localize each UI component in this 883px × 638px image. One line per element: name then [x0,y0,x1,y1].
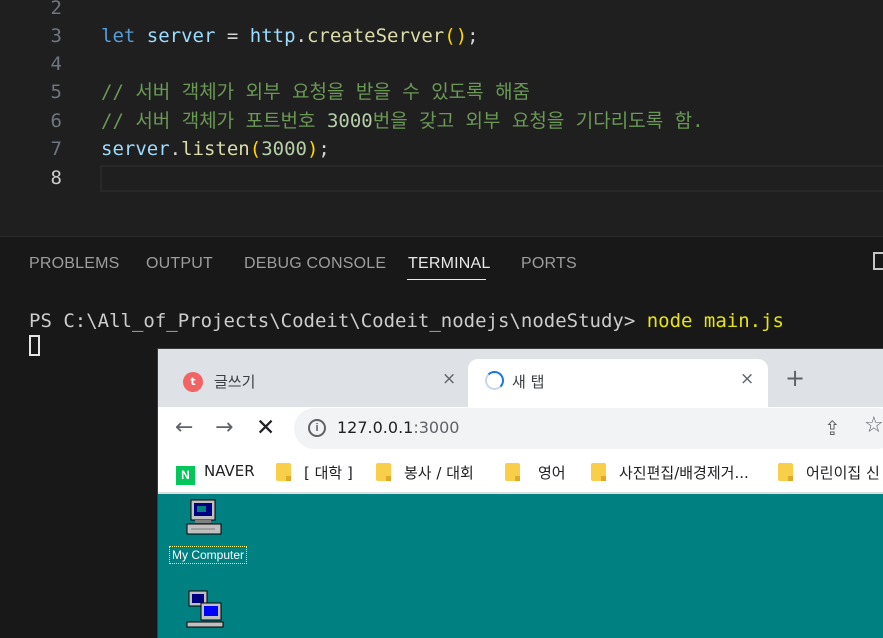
code-token: . [295,25,307,47]
code-token: () [444,25,468,47]
bookmark-folder-daycare[interactable]: 어린이집 신 [778,462,880,483]
tab-terminal[interactable]: TERMINAL [408,255,491,273]
tab-output[interactable]: OUTPUT [146,255,213,273]
naver-icon: N [176,466,195,485]
bookmark-label: 봉사 / 대회 [404,464,474,482]
code-text: server.listen(3000); [101,135,330,164]
desktop-icon-label: My Computer [169,546,248,564]
code-line[interactable]: 8 [0,164,883,193]
new-terminal-icon[interactable] [873,252,883,270]
code-text: let server = http.createServer(); [101,22,479,51]
bookmark-label: 사진편집/배경제거... [619,464,749,482]
network-icon [186,590,224,628]
code-token: server [101,138,170,160]
code-token: let [101,25,136,47]
code-token: listen [181,138,250,160]
browser-tabstrip: t 글쓰기 × 새 탭 × + [158,349,883,407]
url-host: 127.0.0.1 [337,418,414,437]
browser-tab-write[interactable]: t 글쓰기 × [158,359,466,407]
bookmarks-bar: N NAVER [ 대학 ] 봉사 / 대회 영어 사진편집/배경제거... 어린… [158,451,883,493]
back-arrow-icon[interactable]: ← [175,415,193,440]
code-line[interactable]: 5 // 서버 객체가 외부 요청을 받을 수 있도록 해줌 [0,78,883,107]
bookmark-label: 어린이집 신 [806,464,880,482]
terminal-prompt: PS C:\All_of_Projects\Codeit\Codeit_node… [29,310,647,332]
code-token: ; [467,25,479,47]
line-number: 8 [50,167,62,189]
code-token: = [215,25,250,47]
folder-icon [276,463,291,481]
code-token: 번을 갖고 외부 요청을 기다리도록 함. [372,110,704,132]
bookmark-folder-english[interactable]: 영어 [505,462,566,483]
browser-tab-new[interactable]: 새 탭 × [468,359,768,407]
close-tab-icon[interactable]: × [740,369,754,389]
info-icon[interactable]: i [308,419,326,437]
terminal-command: node main.js [646,310,784,332]
line-number: 6 [50,110,62,132]
line-number: 5 [50,81,62,103]
code-token: // 서버 객체가 외부 요청을 받을 수 있도록 해줌 [101,81,531,103]
code-line[interactable]: 2 [0,0,883,23]
line-number: 3 [50,25,62,47]
browser-toolbar: ← → ✕ i 127.0.0.1:3000 ⇪ ☆ [158,407,883,451]
code-line[interactable]: 4 [0,50,883,79]
folder-icon [376,463,391,481]
forward-arrow-icon[interactable]: → [215,415,233,440]
browser-tab-title: 새 탭 [512,373,545,391]
tab-ports[interactable]: PORTS [521,255,577,273]
code-token: 3000 [261,138,307,160]
line-number: 7 [50,138,62,160]
bookmark-star-icon[interactable]: ☆ [864,413,883,438]
code-token: ) [306,138,319,160]
bookmark-naver[interactable]: N NAVER [176,462,255,485]
page-content-desktop: My Computer [158,494,883,638]
bookmark-label: 영어 [538,464,566,482]
code-token: server [146,25,216,47]
code-token: ( [249,138,262,160]
code-line[interactable]: 7 server.listen(3000); [0,135,883,164]
terminal-cursor [29,335,40,356]
folder-icon [591,463,606,481]
address-bar[interactable]: i 127.0.0.1:3000 ⇪ ☆ [294,408,883,449]
share-icon[interactable]: ⇪ [824,416,841,440]
browser-window: t 글쓰기 × 새 탭 × + ← → ✕ i 127.0.0.1:3000 ⇪… [158,349,883,638]
code-token: . [169,138,182,160]
loading-spinner-icon [485,371,504,390]
active-tab-indicator [407,279,486,280]
tistory-favicon-icon: t [183,372,203,392]
code-text: // 서버 객체가 외부 요청을 받을 수 있도록 해줌 [101,78,530,107]
url-port: :3000 [413,418,460,437]
code-token: ; [318,138,330,160]
folder-icon [505,463,520,481]
code-line[interactable]: 3 let server = http.createServer(); [0,22,883,51]
tab-debug-console[interactable]: DEBUG CONSOLE [244,255,386,273]
code-editor[interactable]: 2 3 let server = http.createServer(); 4 5// … [0,0,883,236]
bookmark-label: [ 대학 ] [304,464,353,482]
browser-tab-title: 글쓰기 [214,373,256,391]
bookmark-folder-photo-edit[interactable]: 사진편집/배경제거... [591,462,749,483]
my-computer-icon [186,499,222,535]
line-number: 4 [50,53,62,75]
stop-loading-icon[interactable]: ✕ [256,415,275,441]
line-number: 2 [50,0,62,19]
bookmark-folder-volunteer[interactable]: 봉사 / 대회 [376,462,474,483]
close-tab-icon[interactable]: × [442,369,456,389]
code-token: // 서버 객체가 포트번호 [101,110,327,132]
code-token: http [249,25,296,47]
tab-problems[interactable]: PROBLEMS [29,255,120,273]
bookmark-label: NAVER [204,462,255,480]
bookmark-folder-university[interactable]: [ 대학 ] [276,462,353,483]
code-token: 3000 [326,110,373,132]
folder-icon [778,463,793,481]
code-line[interactable]: 6 // 서버 객체가 포트번호 3000번을 갖고 외부 요청을 기다리도록 함… [0,107,883,136]
code-text: // 서버 객체가 포트번호 3000번을 갖고 외부 요청을 기다리도록 함. [101,107,704,136]
code-token: createServer [306,25,445,47]
url-text[interactable]: 127.0.0.1:3000 [337,418,459,437]
terminal-output[interactable]: PS C:\All_of_Projects\Codeit\Codeit_node… [29,310,784,332]
new-tab-button[interactable]: + [785,364,805,392]
